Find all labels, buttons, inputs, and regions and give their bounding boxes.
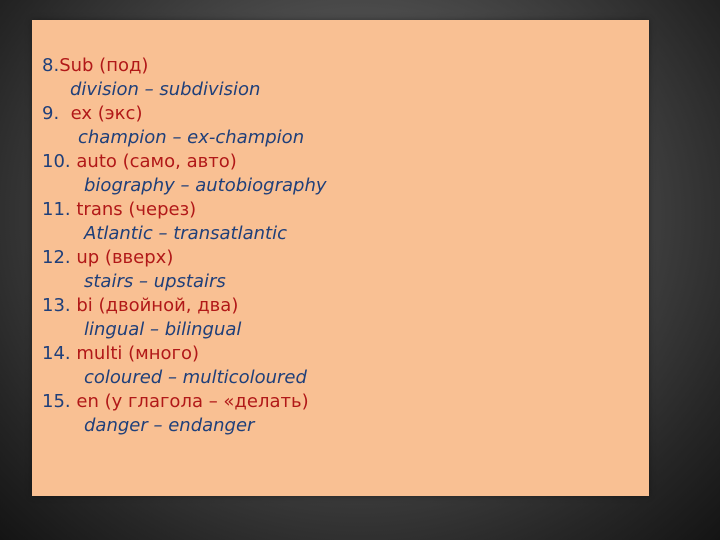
- prefix-text: trans (через): [76, 199, 197, 220]
- prefix-item-auto: 10. auto (само, авто) biography – autobi…: [42, 150, 327, 198]
- prefix-line: 12. up (вверх): [42, 246, 327, 270]
- prefix-list: 8.Sub (под) division – subdivision 9. ex…: [42, 54, 327, 438]
- example-line: biography – autobiography: [84, 175, 327, 196]
- item-number: 10.: [42, 151, 71, 172]
- prefix-text: en (у глагола – «делать): [76, 391, 309, 412]
- prefix-line: 11. trans (через): [42, 198, 327, 222]
- example-line: coloured – multicoloured: [84, 367, 307, 388]
- prefix-line: 14. multi (много): [42, 342, 327, 366]
- prefix-text: up (вверх): [76, 247, 174, 268]
- item-number: 8.: [42, 55, 60, 76]
- item-number: 14.: [42, 343, 71, 364]
- item-number: 13.: [42, 295, 71, 316]
- example-line: Atlantic – transatlantic: [84, 223, 287, 244]
- prefix-item-en: 15. en (у глагола – «делать) danger – en…: [42, 390, 327, 438]
- prefix-text: ex (экс): [70, 103, 143, 124]
- prefix-item-trans: 11. trans (через) Atlantic – transatlant…: [42, 198, 327, 246]
- prefix-text: multi (много): [76, 343, 199, 364]
- example-line: champion – ex-champion: [78, 127, 305, 148]
- slide-content-panel: 8.Sub (под) division – subdivision 9. ex…: [32, 20, 649, 496]
- item-number: 9.: [42, 103, 60, 124]
- example-line: lingual – bilingual: [84, 319, 242, 340]
- item-number: 15.: [42, 391, 71, 412]
- prefix-text: auto (само, авто): [76, 151, 237, 172]
- example-line: danger – endanger: [84, 415, 255, 436]
- prefix-text: bi (двойной, два): [76, 295, 239, 316]
- item-number: 11.: [42, 199, 71, 220]
- prefix-item-multi: 14. multi (много) coloured – multicolour…: [42, 342, 327, 390]
- prefix-item-up: 12. up (вверх) stairs – upstairs: [42, 246, 327, 294]
- example-line: division – subdivision: [70, 79, 261, 100]
- prefix-item-bi: 13. bi (двойной, два) lingual – bilingua…: [42, 294, 327, 342]
- prefix-line: 15. en (у глагола – «делать): [42, 390, 327, 414]
- example-line: stairs – upstairs: [84, 271, 226, 292]
- prefix-text: Sub (под): [59, 55, 149, 76]
- prefix-line: 9. ex (экс): [42, 102, 327, 126]
- prefix-line: 10. auto (само, авто): [42, 150, 327, 174]
- prefix-item-sub: 8.Sub (под) division – subdivision: [42, 54, 327, 102]
- prefix-item-ex: 9. ex (экс) champion – ex-champion: [42, 102, 327, 150]
- prefix-line: 8.Sub (под): [42, 54, 327, 78]
- item-number: 12.: [42, 247, 71, 268]
- prefix-line: 13. bi (двойной, два): [42, 294, 327, 318]
